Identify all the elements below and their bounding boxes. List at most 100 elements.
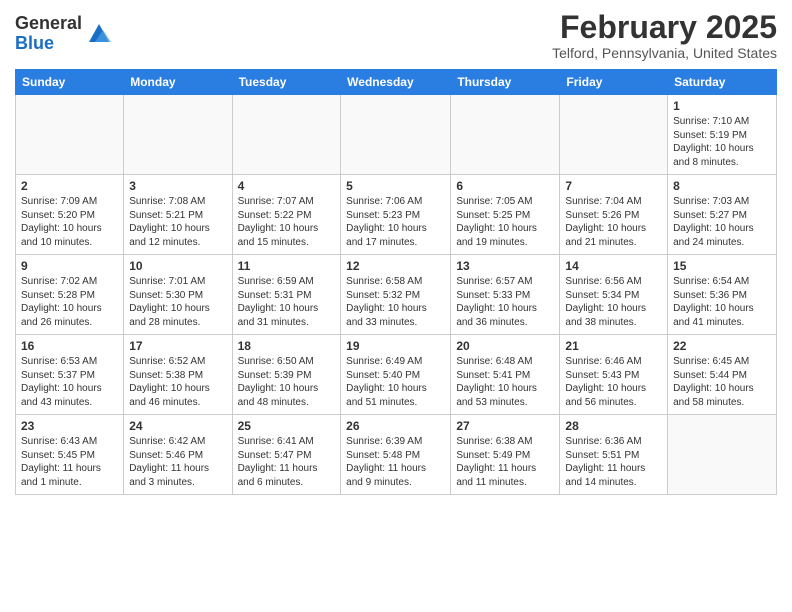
day-number: 1 xyxy=(673,99,771,113)
day-info: Sunrise: 6:57 AM Sunset: 5:33 PM Dayligh… xyxy=(456,275,554,329)
day-number: 12 xyxy=(346,259,445,273)
day-number: 24 xyxy=(129,419,226,433)
day-info: Sunrise: 6:54 AM Sunset: 5:36 PM Dayligh… xyxy=(673,275,771,329)
day-info: Sunrise: 6:36 AM Sunset: 5:51 PM Dayligh… xyxy=(565,435,662,489)
day-info: Sunrise: 7:06 AM Sunset: 5:23 PM Dayligh… xyxy=(346,195,445,249)
day-number: 6 xyxy=(456,179,554,193)
day-info: Sunrise: 6:53 AM Sunset: 5:37 PM Dayligh… xyxy=(21,355,118,409)
day-info: Sunrise: 7:04 AM Sunset: 5:26 PM Dayligh… xyxy=(565,195,662,249)
calendar-cell: 18 Sunrise: 6:50 AM Sunset: 5:39 PM Dayli… xyxy=(232,335,341,415)
day-info: Sunrise: 6:49 AM Sunset: 5:40 PM Dayligh… xyxy=(346,355,445,409)
day-number: 11 xyxy=(238,259,336,273)
day-number: 9 xyxy=(21,259,118,273)
calendar-cell xyxy=(341,95,451,175)
calendar-cell: 3Sunrise: 7:08 AM Sunset: 5:21 PM Daylig… xyxy=(124,175,232,255)
day-number: 7 xyxy=(565,179,662,193)
page: General Blue February 2025 Telford, Penn… xyxy=(0,0,792,505)
day-number: 14 xyxy=(565,259,662,273)
day-info: Sunrise: 7:02 AM Sunset: 5:28 PM Dayligh… xyxy=(21,275,118,329)
day-info: Sunrise: 7:07 AM Sunset: 5:22 PM Dayligh… xyxy=(238,195,336,249)
day-number: 5 xyxy=(346,179,445,193)
logo-blue: Blue xyxy=(15,34,82,54)
calendar-week-2: 9 Sunrise: 7:02 AM Sunset: 5:28 PM Daylig… xyxy=(16,255,777,335)
calendar-cell xyxy=(560,95,668,175)
day-info: Sunrise: 7:01 AM Sunset: 5:30 PM Dayligh… xyxy=(129,275,226,329)
day-info: Sunrise: 6:38 AM Sunset: 5:49 PM Dayligh… xyxy=(456,435,554,489)
logo-general: General xyxy=(15,14,82,34)
calendar-body: 1 Sunrise: 7:10 AM Sunset: 5:19 PM Daylig… xyxy=(16,95,777,495)
calendar-cell: 22Sunrise: 6:45 AM Sunset: 5:44 PM Dayli… xyxy=(668,335,777,415)
calendar-cell xyxy=(668,415,777,495)
day-info: Sunrise: 6:50 AM Sunset: 5:39 PM Dayligh… xyxy=(238,355,336,409)
calendar-week-0: 1 Sunrise: 7:10 AM Sunset: 5:19 PM Daylig… xyxy=(16,95,777,175)
day-number: 4 xyxy=(238,179,336,193)
day-info: Sunrise: 6:46 AM Sunset: 5:43 PM Dayligh… xyxy=(565,355,662,409)
calendar-cell: 2 Sunrise: 7:09 AM Sunset: 5:20 PM Daylig… xyxy=(16,175,124,255)
calendar-cell: 4 Sunrise: 7:07 AM Sunset: 5:22 PM Daylig… xyxy=(232,175,341,255)
day-info: Sunrise: 6:52 AM Sunset: 5:38 PM Dayligh… xyxy=(129,355,226,409)
calendar-cell: 9 Sunrise: 7:02 AM Sunset: 5:28 PM Daylig… xyxy=(16,255,124,335)
day-number: 18 xyxy=(238,339,336,353)
header-sunday: Sunday xyxy=(16,70,124,95)
calendar-cell: 5 Sunrise: 7:06 AM Sunset: 5:23 PM Daylig… xyxy=(341,175,451,255)
header-thursday: Thursday xyxy=(451,70,560,95)
day-info: Sunrise: 6:48 AM Sunset: 5:41 PM Dayligh… xyxy=(456,355,554,409)
day-info: Sunrise: 7:03 AM Sunset: 5:27 PM Dayligh… xyxy=(673,195,771,249)
day-number: 10 xyxy=(129,259,226,273)
day-number: 23 xyxy=(21,419,118,433)
header-wednesday: Wednesday xyxy=(341,70,451,95)
day-info: Sunrise: 6:43 AM Sunset: 5:45 PM Dayligh… xyxy=(21,435,118,489)
day-number: 25 xyxy=(238,419,336,433)
calendar-week-1: 2 Sunrise: 7:09 AM Sunset: 5:20 PM Daylig… xyxy=(16,175,777,255)
calendar-cell: 14 Sunrise: 6:56 AM Sunset: 5:34 PM Dayli… xyxy=(560,255,668,335)
day-info: Sunrise: 7:10 AM Sunset: 5:19 PM Dayligh… xyxy=(673,115,771,169)
calendar-cell xyxy=(232,95,341,175)
header-friday: Friday xyxy=(560,70,668,95)
day-number: 26 xyxy=(346,419,445,433)
calendar-cell: 25Sunrise: 6:41 AM Sunset: 5:47 PM Dayli… xyxy=(232,415,341,495)
calendar-week-4: 23 Sunrise: 6:43 AM Sunset: 5:45 PM Dayli… xyxy=(16,415,777,495)
calendar-cell: 6Sunrise: 7:05 AM Sunset: 5:25 PM Daylig… xyxy=(451,175,560,255)
calendar-cell: 11Sunrise: 6:59 AM Sunset: 5:31 PM Dayli… xyxy=(232,255,341,335)
calendar-cell: 26Sunrise: 6:39 AM Sunset: 5:48 PM Dayli… xyxy=(341,415,451,495)
day-info: Sunrise: 6:56 AM Sunset: 5:34 PM Dayligh… xyxy=(565,275,662,329)
calendar-cell: 28 Sunrise: 6:36 AM Sunset: 5:51 PM Dayli… xyxy=(560,415,668,495)
calendar-cell: 23 Sunrise: 6:43 AM Sunset: 5:45 PM Dayli… xyxy=(16,415,124,495)
day-number: 19 xyxy=(346,339,445,353)
title-block: February 2025 Telford, Pennsylvania, Uni… xyxy=(552,10,777,61)
calendar-cell: 8Sunrise: 7:03 AM Sunset: 5:27 PM Daylig… xyxy=(668,175,777,255)
calendar-cell: 17 Sunrise: 6:52 AM Sunset: 5:38 PM Dayli… xyxy=(124,335,232,415)
day-info: Sunrise: 6:58 AM Sunset: 5:32 PM Dayligh… xyxy=(346,275,445,329)
day-number: 27 xyxy=(456,419,554,433)
day-info: Sunrise: 7:09 AM Sunset: 5:20 PM Dayligh… xyxy=(21,195,118,249)
header-saturday: Saturday xyxy=(668,70,777,95)
logo: General Blue xyxy=(15,14,113,54)
day-number: 15 xyxy=(673,259,771,273)
day-number: 2 xyxy=(21,179,118,193)
day-number: 21 xyxy=(565,339,662,353)
calendar-cell: 7 Sunrise: 7:04 AM Sunset: 5:26 PM Daylig… xyxy=(560,175,668,255)
day-number: 17 xyxy=(129,339,226,353)
subtitle: Telford, Pennsylvania, United States xyxy=(552,45,777,61)
day-number: 28 xyxy=(565,419,662,433)
calendar-cell: 19 Sunrise: 6:49 AM Sunset: 5:40 PM Dayli… xyxy=(341,335,451,415)
calendar-cell: 27 Sunrise: 6:38 AM Sunset: 5:49 PM Dayli… xyxy=(451,415,560,495)
header-monday: Monday xyxy=(124,70,232,95)
calendar-cell: 20 Sunrise: 6:48 AM Sunset: 5:41 PM Dayli… xyxy=(451,335,560,415)
day-number: 20 xyxy=(456,339,554,353)
calendar-cell: 13 Sunrise: 6:57 AM Sunset: 5:33 PM Dayli… xyxy=(451,255,560,335)
calendar-cell: 15 Sunrise: 6:54 AM Sunset: 5:36 PM Dayli… xyxy=(668,255,777,335)
calendar-cell: 24 Sunrise: 6:42 AM Sunset: 5:46 PM Dayli… xyxy=(124,415,232,495)
day-number: 16 xyxy=(21,339,118,353)
calendar-cell: 16 Sunrise: 6:53 AM Sunset: 5:37 PM Dayli… xyxy=(16,335,124,415)
day-info: Sunrise: 7:08 AM Sunset: 5:21 PM Dayligh… xyxy=(129,195,226,249)
calendar-cell: 1 Sunrise: 7:10 AM Sunset: 5:19 PM Daylig… xyxy=(668,95,777,175)
day-info: Sunrise: 6:42 AM Sunset: 5:46 PM Dayligh… xyxy=(129,435,226,489)
calendar-cell: 10 Sunrise: 7:01 AM Sunset: 5:30 PM Dayli… xyxy=(124,255,232,335)
day-info: Sunrise: 6:45 AM Sunset: 5:44 PM Dayligh… xyxy=(673,355,771,409)
day-number: 13 xyxy=(456,259,554,273)
calendar-week-3: 16 Sunrise: 6:53 AM Sunset: 5:37 PM Dayli… xyxy=(16,335,777,415)
logo-text: General Blue xyxy=(15,14,82,54)
calendar: Sunday Monday Tuesday Wednesday Thursday… xyxy=(15,69,777,495)
logo-icon xyxy=(85,20,113,48)
